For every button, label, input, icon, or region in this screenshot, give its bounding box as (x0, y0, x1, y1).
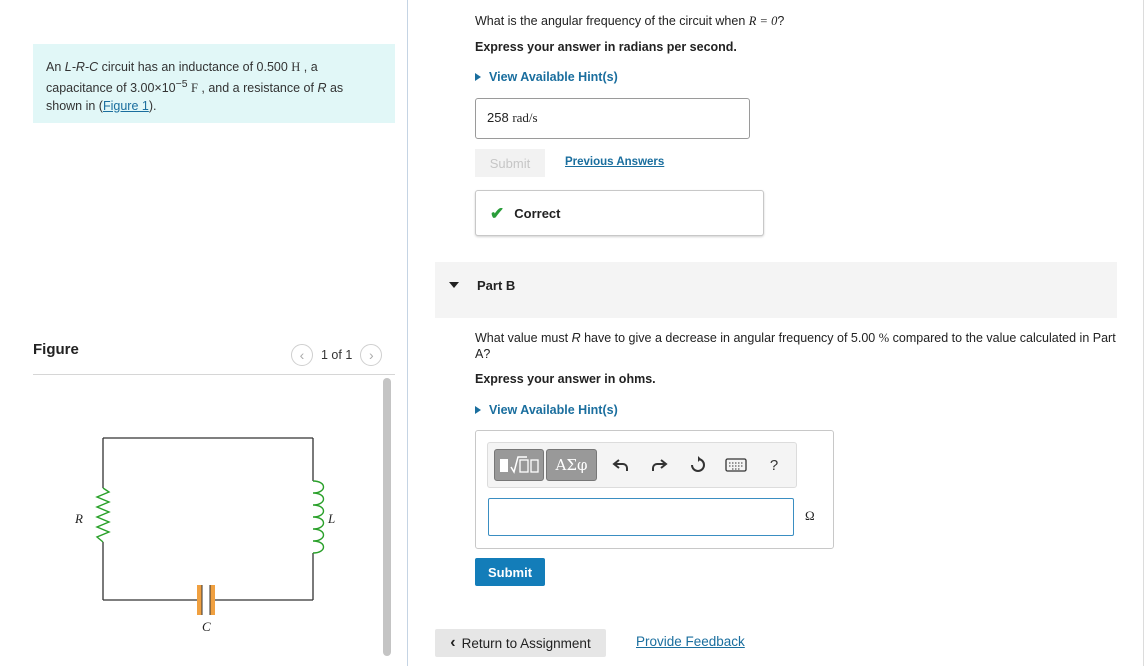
keyboard-icon[interactable] (723, 452, 749, 478)
part-b-unit: Ω (805, 508, 815, 523)
redo-icon[interactable] (646, 452, 672, 478)
greek-symbols-button[interactable]: ΑΣφ (546, 449, 597, 481)
part-b-variable: R (571, 331, 581, 345)
part-a-instruction: Express your answer in radians per secon… (475, 40, 737, 54)
chevron-right-icon[interactable]: › (360, 344, 383, 366)
part-a-submit-button[interactable]: Submit (475, 149, 545, 177)
part-a-hint-label: View Available Hint(s) (489, 70, 618, 84)
part-b-instruction: Express your answer in ohms. (475, 372, 656, 386)
part-b-submit-button[interactable]: Submit (475, 558, 545, 586)
column-divider (407, 0, 408, 666)
circuit-type: L-R-C (64, 60, 99, 74)
figure-title: Figure (33, 341, 79, 358)
problem-text-resistance: , and a resistance of (197, 81, 318, 96)
provide-feedback-link[interactable]: Provide Feedback (636, 634, 745, 649)
problem-text-intro: An (46, 60, 65, 74)
figure-link[interactable]: Figure 1 (103, 99, 149, 113)
part-a-feedback: ✔ Correct (475, 190, 764, 236)
circuit-diagram: R L C (74, 437, 335, 634)
part-b-answer-input[interactable] (488, 498, 794, 536)
figure-scrollbar[interactable] (383, 378, 391, 656)
greek-symbols-label: ΑΣφ (555, 456, 588, 474)
part-b-hint-toggle[interactable]: View Available Hint(s) (475, 403, 618, 417)
triangle-right-icon (475, 406, 481, 414)
part-a-hint-toggle[interactable]: View Available Hint(s) (475, 70, 618, 84)
part-b-header[interactable] (435, 262, 1117, 318)
part-a-feedback-label: Correct (514, 205, 561, 221)
label-r: R (74, 511, 83, 526)
problem-text-close: ). (148, 99, 157, 114)
resistor (95, 487, 111, 543)
figure-divider (33, 374, 395, 375)
capacitor-plate-left (197, 585, 202, 615)
label-c: C (202, 619, 211, 634)
inductor-coil (312, 480, 325, 554)
problem-text-inductance: circuit has an inductance of 0.500 (98, 60, 292, 74)
checkmark-icon: ✔ (490, 203, 505, 223)
page-edge (1143, 0, 1144, 666)
part-a-answer-value: 258 (487, 110, 509, 125)
help-label: ? (769, 456, 779, 474)
figure-pager: ‹ 1 of 1 › (291, 343, 383, 367)
part-a-question: What is the angular frequency of the cir… (475, 14, 785, 28)
part-a-condition: R = 0 (748, 14, 778, 28)
undo-icon[interactable] (608, 452, 634, 478)
triangle-down-icon (449, 282, 459, 288)
return-label: Return to Assignment (461, 635, 591, 651)
figure-counter: 1 of 1 (321, 348, 353, 362)
part-a-answer-unit: rad/s (512, 110, 538, 125)
chevron-left-icon: ‹ (450, 634, 456, 651)
templates-button[interactable] (494, 449, 544, 481)
part-b-label: Part B (477, 278, 516, 293)
part-b-question: What value must R have to give a decreas… (475, 331, 1116, 361)
part-b-hint-label: View Available Hint(s) (489, 403, 618, 417)
inductance-unit: H (291, 60, 301, 74)
return-to-assignment-button[interactable]: ‹ Return to Assignment (435, 629, 606, 657)
previous-answers-link[interactable]: Previous Answers (565, 156, 664, 168)
chevron-left-icon[interactable]: ‹ (291, 344, 313, 366)
part-a-answer-field[interactable]: 258 rad/s (475, 98, 750, 139)
help-icon[interactable]: ? (761, 452, 787, 478)
capacitance-exponent: −5 (175, 79, 188, 90)
problem-statement: An L-R-C circuit has an inductance of 0.… (33, 44, 395, 123)
label-l: L (327, 511, 335, 526)
triangle-right-icon (475, 73, 481, 81)
capacitance-unit: F (190, 81, 198, 96)
reset-icon[interactable] (685, 452, 711, 478)
templates-icon (500, 456, 539, 474)
capacitor-plate-right (210, 585, 215, 615)
